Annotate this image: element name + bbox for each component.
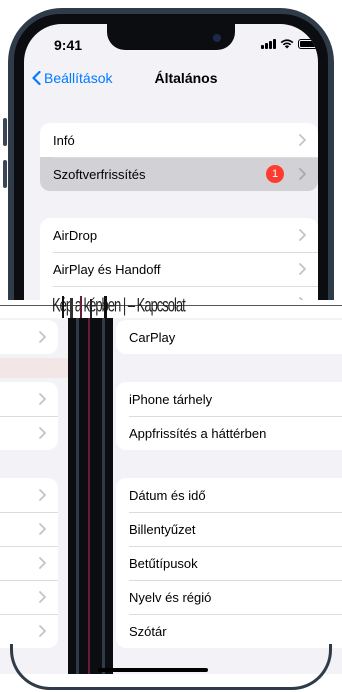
row-label: Nyelv és régió [129, 589, 212, 605]
chevron-right-icon [299, 263, 306, 275]
phone-bottom-frame [0, 644, 342, 692]
left-strip [0, 318, 68, 692]
home-indicator[interactable] [98, 668, 208, 672]
signal-icon [261, 38, 276, 49]
status-icons [261, 38, 318, 49]
chevron-right-icon [39, 591, 46, 603]
chevron-right-icon [299, 168, 306, 180]
row-label: AirPlay és Handoff [53, 261, 161, 277]
row-iphone-storage[interactable]: iPhone tárhely [116, 382, 342, 416]
row-left[interactable] [0, 580, 58, 614]
row-label: iPhone tárhely [129, 391, 213, 407]
glitch-band: Kép a képben | – Kapcsolat [0, 296, 342, 318]
settings-group-connectivity: AirDrop AirPlay és Handoff [40, 218, 318, 300]
row-dictionary[interactable]: Szótár [116, 614, 342, 648]
row-left[interactable] [0, 546, 58, 580]
settings-group-carplay: CarPlay [116, 320, 342, 354]
chevron-right-icon [39, 557, 46, 569]
row-label: Infó [53, 132, 75, 148]
row-fonts[interactable]: Betűtípusok [116, 546, 342, 580]
settings-group-about: Infó Szoftverfrissítés 1 [40, 123, 318, 191]
tinted-band [0, 358, 68, 378]
row-left[interactable] [0, 320, 58, 354]
phone-edge-strip [68, 318, 113, 692]
row-left[interactable] [0, 416, 58, 450]
left-group-2 [0, 382, 58, 450]
page-title: Általános [154, 70, 218, 86]
row-date-time[interactable]: Dátum és idő [116, 478, 342, 512]
row-left[interactable] [0, 614, 58, 648]
row-label: CarPlay [129, 329, 176, 345]
screen: 9:41 Beállítások Általános Infó Szoftver… [24, 24, 318, 300]
right-strip: CarPlay iPhone tárhely Appfrissítés a há… [113, 318, 342, 692]
left-group-3 [0, 478, 58, 648]
chevron-right-icon [39, 331, 46, 343]
chevron-right-icon [39, 393, 46, 405]
chevron-right-icon [299, 134, 306, 146]
row-keyboard[interactable]: Billentyűzet [116, 512, 342, 546]
row-left[interactable] [0, 512, 58, 546]
row-left[interactable] [0, 478, 58, 512]
chevron-right-icon [39, 427, 46, 439]
row-info[interactable]: Infó [40, 123, 318, 157]
left-group-1 [0, 320, 58, 354]
volume-up-button [3, 118, 7, 146]
chevron-right-icon [39, 523, 46, 535]
row-label: Betűtípusok [129, 555, 198, 571]
row-language-region[interactable]: Nyelv és régió [116, 580, 342, 614]
battery-icon [298, 38, 318, 49]
row-carplay[interactable]: CarPlay [116, 320, 342, 354]
settings-group-storage: iPhone tárhely Appfrissítés a háttérben [116, 382, 342, 450]
row-airplay-handoff[interactable]: AirPlay és Handoff [40, 252, 318, 286]
row-label: AirDrop [53, 227, 98, 243]
row-label: Billentyűzet [129, 521, 196, 537]
row-airdrop[interactable]: AirDrop [40, 218, 318, 252]
row-background-refresh[interactable]: Appfrissítés a háttérben [116, 416, 342, 450]
row-label: Szótár [129, 623, 167, 639]
chevron-right-icon [39, 489, 46, 501]
status-time: 9:41 [54, 37, 83, 53]
row-label: Dátum és idő [129, 487, 206, 503]
chevron-right-icon [39, 625, 46, 637]
phone-lower-region: CarPlay iPhone tárhely Appfrissítés a há… [0, 318, 342, 692]
row-left[interactable] [0, 382, 58, 416]
row-label: Szoftverfrissítés [53, 166, 146, 182]
settings-group-locale: Dátum és idő Billentyűzet Betűtípusok Ny… [116, 478, 342, 648]
row-label: Appfrissítés a háttérben [129, 425, 267, 441]
row-software-update[interactable]: Szoftverfrissítés 1 [40, 157, 318, 191]
camera-icon [213, 34, 221, 42]
glitch-bars [62, 296, 107, 318]
phone-upper-region: 9:41 Beállítások Általános Infó Szoftver… [0, 0, 342, 300]
chevron-right-icon [299, 229, 306, 241]
wifi-icon [280, 39, 294, 49]
volume-down-button [3, 160, 7, 188]
update-badge: 1 [266, 165, 284, 183]
